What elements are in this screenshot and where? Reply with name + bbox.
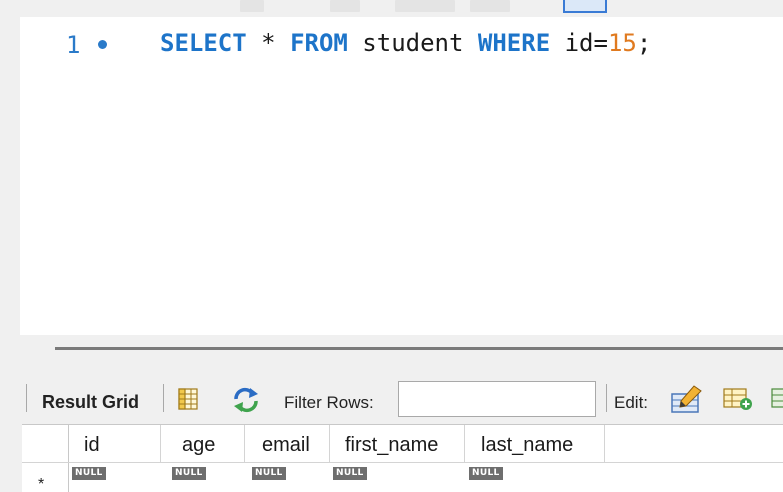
column-header-first-name[interactable]: first_name xyxy=(345,434,438,457)
column-header-last-name[interactable]: last_name xyxy=(481,434,573,457)
new-row-marker: * xyxy=(38,476,45,492)
result-grid[interactable]: id age email first_name last_name * NULL… xyxy=(22,424,783,492)
toolbar-separator xyxy=(26,384,27,412)
refresh-icon[interactable] xyxy=(232,387,260,418)
keyword-select: SELECT xyxy=(160,29,247,57)
code-text: * xyxy=(246,29,291,57)
result-toolbar: Result Grid Filter Rows: Edit: xyxy=(22,378,783,420)
column-divider[interactable] xyxy=(604,425,605,463)
column-divider[interactable] xyxy=(244,425,245,463)
delete-row-icon[interactable] xyxy=(770,388,783,415)
code-text: ; xyxy=(636,29,652,57)
cell-null-email[interactable]: NULL xyxy=(252,467,286,480)
toolbar-button-fragment[interactable] xyxy=(240,0,264,12)
toolbar-selected-button[interactable] xyxy=(563,0,607,13)
panel-splitter[interactable] xyxy=(55,347,783,350)
toolbar-button-fragment[interactable] xyxy=(330,0,360,12)
filter-rows-input[interactable] xyxy=(398,381,596,417)
grid-layout-icon[interactable] xyxy=(177,388,199,415)
keyword-from: FROM xyxy=(290,29,348,57)
column-divider[interactable] xyxy=(464,425,465,463)
filter-rows-label: Filter Rows: xyxy=(284,393,374,412)
grid-header-row: id age email first_name last_name xyxy=(22,425,783,463)
keyword-where: WHERE xyxy=(477,29,551,57)
result-grid-tab[interactable]: Result Grid xyxy=(42,392,139,413)
toolbar-button-fragment[interactable] xyxy=(470,0,510,12)
line-number: 1 xyxy=(66,31,81,59)
cell-null-id[interactable]: NULL xyxy=(72,467,106,480)
toolbar-separator xyxy=(606,384,607,412)
column-divider[interactable] xyxy=(329,425,330,463)
column-divider[interactable] xyxy=(160,425,161,463)
cell-null-first-name[interactable]: NULL xyxy=(333,467,367,480)
statement-marker-icon xyxy=(98,40,107,49)
cell-null-last-name[interactable]: NULL xyxy=(469,467,503,480)
top-toolbar-remnant xyxy=(0,0,783,14)
column-header-age[interactable]: age xyxy=(182,434,215,457)
cell-null-age[interactable]: NULL xyxy=(172,467,206,480)
edit-pencil-icon[interactable] xyxy=(670,384,704,419)
edit-label: Edit: xyxy=(614,393,649,412)
sql-editor[interactable]: 1 SELECT * FROM student WHERE id=15; xyxy=(20,17,783,335)
toolbar-separator xyxy=(163,384,164,412)
toolbar-button-fragment[interactable] xyxy=(395,0,455,12)
number-literal: 15 xyxy=(607,29,637,57)
sql-code-line[interactable]: SELECT * FROM student WHERE id=15; xyxy=(160,29,651,57)
column-header-email[interactable]: email xyxy=(262,434,310,457)
code-text: student xyxy=(347,29,478,57)
add-row-icon[interactable] xyxy=(722,386,754,417)
code-text: id= xyxy=(550,29,608,57)
column-header-id[interactable]: id xyxy=(84,434,100,457)
